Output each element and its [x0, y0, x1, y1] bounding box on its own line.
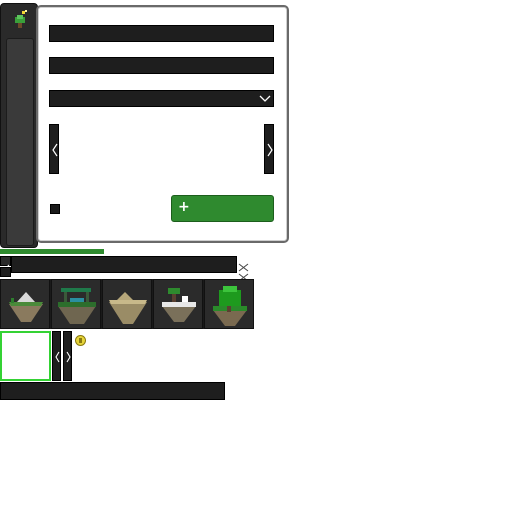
- plant-sparkle-icon[interactable]: [12, 10, 28, 32]
- island-snow-tree[interactable]: [153, 279, 203, 329]
- island-swamp-trees[interactable]: [51, 279, 101, 329]
- chevron-left-icon: [52, 143, 58, 157]
- bottom-input-bar[interactable]: [0, 382, 225, 400]
- close-icon[interactable]: [238, 267, 249, 282]
- carousel-prev-button[interactable]: [49, 124, 59, 174]
- progress-fill: [0, 249, 104, 254]
- island-thumbnail-strip: [0, 279, 254, 329]
- island-desert-rock[interactable]: [102, 279, 152, 329]
- close-icon[interactable]: [238, 257, 249, 272]
- add-button[interactable]: +: [171, 195, 274, 222]
- toggle-check-button[interactable]: [0, 256, 11, 271]
- dropdown-select[interactable]: [49, 90, 274, 107]
- small-toggle-button[interactable]: [0, 267, 11, 277]
- sidebar-scroll-track[interactable]: [6, 38, 34, 246]
- search-input[interactable]: [11, 256, 237, 273]
- island-snowy-rock[interactable]: [0, 279, 50, 329]
- chevron-right-icon: [267, 143, 273, 157]
- text-field-1[interactable]: [49, 25, 274, 42]
- preview-prev-button[interactable]: [52, 331, 61, 381]
- island-jungle[interactable]: [204, 279, 254, 329]
- chevron-right-icon: [66, 351, 71, 363]
- add-button-label: +: [178, 199, 190, 215]
- selected-island-preview[interactable]: [0, 331, 51, 381]
- left-sidebar: [0, 3, 38, 248]
- progress-bar: [0, 249, 104, 254]
- chevron-left-icon: [55, 351, 60, 363]
- carousel-next-button[interactable]: [264, 124, 274, 174]
- chevron-down-icon[interactable]: [256, 90, 274, 107]
- coin-icon: [75, 331, 86, 346]
- text-field-2[interactable]: [49, 57, 274, 74]
- option-checkbox[interactable]: [50, 204, 60, 214]
- preview-next-button[interactable]: [63, 331, 72, 381]
